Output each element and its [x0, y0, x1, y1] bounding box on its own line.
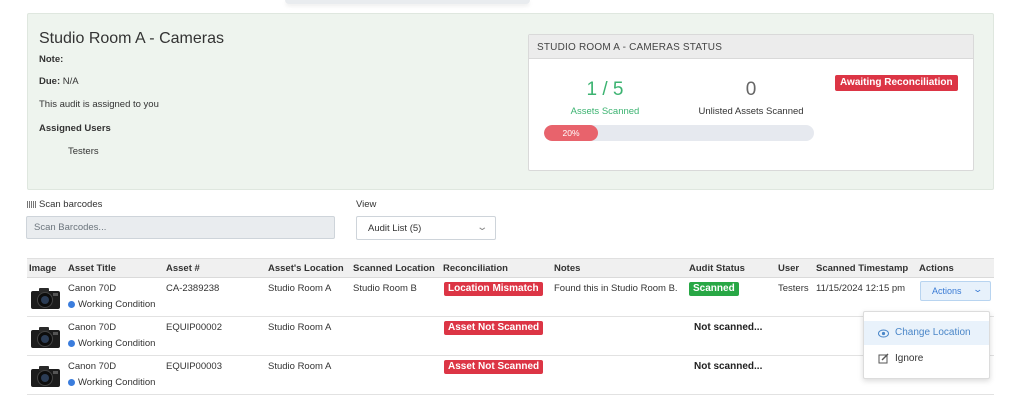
asset-title[interactable]: Canon 70D	[68, 322, 116, 333]
scan-barcodes-label: Scan barcodes	[27, 199, 102, 210]
col-reconciliation: Reconciliation	[443, 263, 508, 274]
condition-status: Working Condition	[68, 299, 155, 310]
col-scanned-timestamp: Scanned Timestamp	[816, 263, 909, 274]
camera-thumbnail	[31, 366, 60, 387]
assigned-users-label: Assigned Users	[39, 123, 111, 134]
edit-icon	[878, 353, 889, 364]
audit-status: Not scanned...	[694, 361, 763, 372]
status-badge: Awaiting Reconciliation	[835, 75, 958, 91]
actions-dropdown-menu: Change Location Ignore	[863, 311, 990, 379]
asset-number: CA-2389238	[166, 283, 220, 294]
menu-item-change-location[interactable]: Change Location	[864, 321, 989, 345]
table-row[interactable]: Canon 70D Working Condition CA-2389238 S…	[27, 278, 994, 317]
reconciliation-badge: Asset Not Scanned	[444, 321, 544, 335]
eye-icon	[878, 329, 889, 338]
assets-scanned-label: Assets Scanned	[570, 106, 640, 117]
table-row[interactable]: Canon 70D Working Condition EQUIP00003 S…	[27, 356, 994, 395]
view-select[interactable]: Audit List (5) ⌄	[356, 216, 496, 240]
col-notes: Notes	[554, 263, 581, 274]
scan-barcodes-input[interactable]	[26, 216, 335, 239]
view-selected-value: Audit List (5)	[368, 223, 422, 234]
due-label: Due:	[39, 76, 61, 87]
progress-fill: 20%	[544, 125, 598, 141]
chevron-down-icon: ⌄	[972, 284, 984, 294]
asset-number: EQUIP00003	[166, 361, 222, 372]
status-card-header: STUDIO ROOM A - CAMERAS STATUS	[529, 35, 973, 59]
col-asset-location: Asset's Location	[268, 263, 344, 274]
status-dot-icon	[68, 301, 75, 308]
reconciliation-badge: Asset Not Scanned	[444, 360, 544, 374]
col-scanned-location: Scanned Location	[353, 263, 435, 274]
menu-item-label: Change Location	[895, 327, 971, 338]
due-line: Due: N/A	[39, 76, 79, 87]
asset-title[interactable]: Canon 70D	[68, 283, 116, 294]
note-line: Note:	[39, 54, 63, 65]
barcode-icon	[27, 201, 36, 208]
unlisted-assets-count: 0	[745, 79, 757, 100]
table-row[interactable]: Canon 70D Working Condition EQUIP00002 S…	[27, 317, 994, 356]
audit-status-badge: Scanned	[689, 282, 739, 296]
condition-status: Working Condition	[68, 338, 155, 349]
chevron-down-icon: ⌄	[475, 222, 488, 233]
audit-table: Image Asset Title Asset # Asset's Locati…	[27, 258, 994, 395]
asset-location: Studio Room A	[268, 283, 332, 294]
asset-number: EQUIP00002	[166, 322, 222, 333]
menu-item-label: Ignore	[895, 353, 924, 364]
camera-thumbnail	[31, 327, 60, 348]
top-menu-edge	[285, 0, 530, 4]
col-audit-status: Audit Status	[689, 263, 745, 274]
table-header: Image Asset Title Asset # Asset's Locati…	[27, 258, 994, 278]
assigned-user: Testers	[68, 146, 99, 157]
status-dot-icon	[68, 340, 75, 347]
col-image: Image	[29, 263, 57, 274]
reconciliation-badge: Location Mismatch	[444, 282, 543, 296]
due-value: N/A	[62, 76, 79, 87]
asset-title[interactable]: Canon 70D	[68, 361, 116, 372]
view-label: View	[356, 199, 377, 210]
col-user: User	[778, 263, 800, 274]
audit-status: Not scanned...	[694, 322, 763, 333]
actions-button[interactable]: Actions ⌄	[920, 281, 991, 301]
camera-thumbnail	[31, 288, 60, 309]
condition-status: Working Condition	[68, 377, 155, 388]
assets-scanned-count: 1 / 5	[586, 79, 624, 100]
asset-location: Studio Room A	[268, 361, 332, 372]
col-actions: Actions	[919, 263, 954, 274]
scanned-timestamp: 11/15/2024 12:15 pm	[816, 283, 906, 294]
col-asset-title: Asset Title	[68, 263, 116, 274]
audit-summary-panel: Studio Room A - Cameras Note: Due: N/A T…	[27, 13, 994, 190]
notes: Found this in Studio Room B.	[554, 283, 678, 294]
col-asset-number: Asset #	[166, 263, 200, 274]
assignment-text: This audit is assigned to you	[39, 99, 159, 110]
note-label: Note:	[39, 54, 64, 65]
audit-title: Studio Room A - Cameras	[39, 30, 224, 47]
unlisted-assets-label: Unlisted Assets Scanned	[698, 106, 804, 117]
status-dot-icon	[68, 379, 75, 386]
scanned-location: Studio Room B	[353, 283, 417, 294]
menu-item-ignore[interactable]: Ignore	[864, 347, 989, 371]
progress-bar: 20%	[544, 125, 814, 141]
asset-location: Studio Room A	[268, 322, 332, 333]
user: Testers	[778, 283, 809, 294]
status-card: STUDIO ROOM A - CAMERAS STATUS 1 / 5 Ass…	[528, 34, 974, 171]
